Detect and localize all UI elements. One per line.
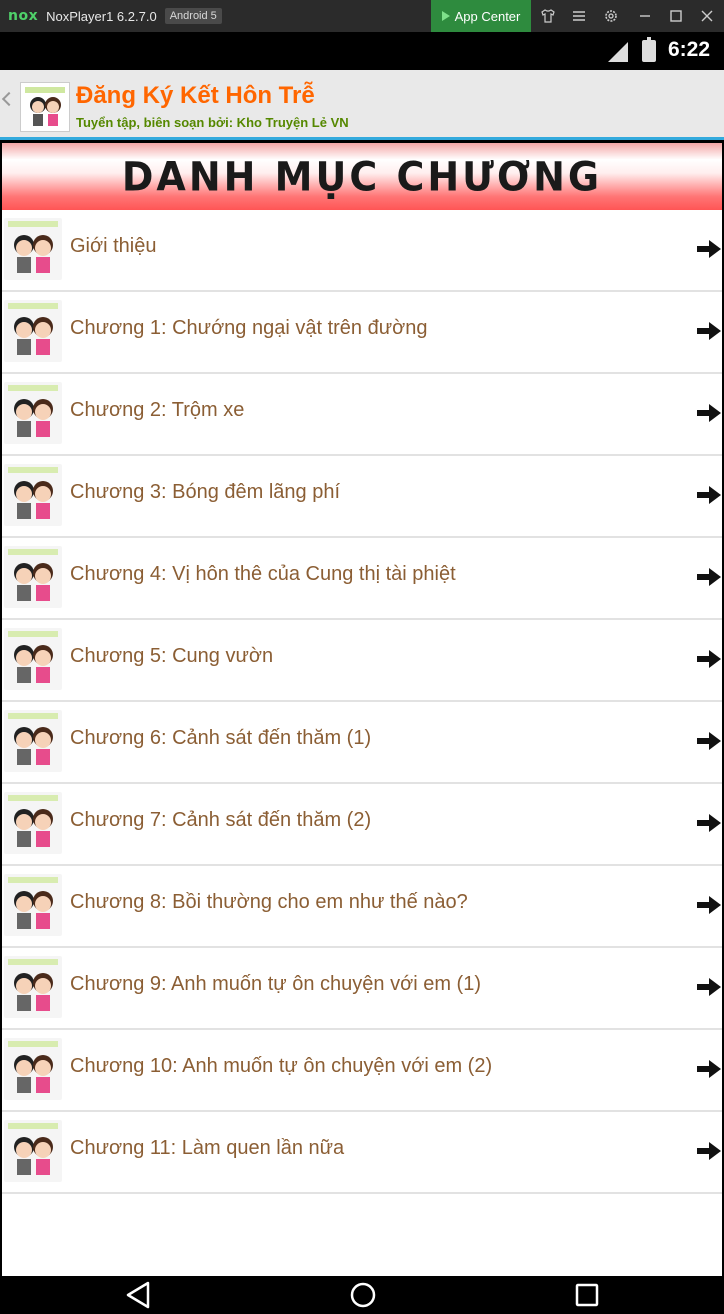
chapter-title: Chương 8: Bồi thường cho em như thế nào? [70, 891, 468, 913]
status-clock: 6:22 [668, 38, 711, 61]
chapter-thumbnail-icon [4, 1038, 62, 1100]
app-subtitle: Tuyển tập, biên soạn bởi: Kho Truyện Lẻ … [76, 115, 349, 130]
chapter-title: Chương 10: Anh muốn tự ôn chuyện với em … [70, 1055, 493, 1077]
menu-icon[interactable] [564, 0, 594, 32]
chapter-thumbnail-icon [4, 628, 62, 690]
close-icon[interactable] [692, 0, 722, 32]
chapter-item[interactable]: Chương 4: Vị hôn thê của Cung thị tài ph… [2, 538, 722, 620]
chapter-item[interactable]: Chương 8: Bồi thường cho em như thế nào? [2, 866, 722, 948]
signal-icon [608, 42, 628, 62]
chapter-list: Giới thiệu Chương 1: Chướng ngại vật trên… [2, 210, 722, 1276]
shirt-icon[interactable] [533, 0, 563, 32]
chapter-item[interactable]: Chương 11: Làm quen lần nữa [2, 1112, 722, 1194]
chapter-title: Chương 3: Bóng đêm lãng phí [70, 481, 341, 503]
play-icon [441, 11, 450, 21]
chapter-title: Chương 11: Làm quen lần nữa [70, 1137, 345, 1159]
chapter-thumbnail-icon [4, 300, 62, 362]
chapter-title: Chương 5: Cung vườn [70, 645, 274, 667]
arrow-right-icon[interactable] [696, 976, 722, 998]
chapter-item[interactable]: Chương 9: Anh muốn tự ôn chuyện với em (… [2, 948, 722, 1030]
home-icon[interactable] [343, 1276, 383, 1314]
app-center-label: App Center [454, 8, 521, 24]
chapter-title: Chương 4: Vị hôn thê của Cung thị tài ph… [70, 563, 456, 585]
chapter-item[interactable]: Chương 7: Cảnh sát đến thăm (2) [2, 784, 722, 866]
android-nav-bar [0, 1276, 724, 1314]
banner-title: DANH MỤC CHƯƠNG [121, 153, 603, 200]
chapter-item[interactable]: Chương 1: Chướng ngại vật trên đường [2, 292, 722, 374]
chapter-title: Chương 9: Anh muốn tự ôn chuyện với em (… [70, 973, 481, 995]
chapter-title: Chương 1: Chướng ngại vật trên đường [70, 317, 428, 339]
chapter-title: Chương 2: Trộm xe [70, 399, 245, 421]
chapter-item[interactable]: Chương 6: Cảnh sát đến thăm (1) [2, 702, 722, 784]
app-logo-icon[interactable] [20, 82, 70, 132]
arrow-right-icon[interactable] [696, 320, 722, 342]
arrow-right-icon[interactable] [696, 894, 722, 916]
nox-logo: nox [8, 8, 39, 24]
chapter-item[interactable]: Chương 5: Cung vườn [2, 620, 722, 702]
arrow-right-icon[interactable] [696, 1058, 722, 1080]
chapter-title: Giới thiệu [70, 235, 157, 257]
android-version-badge: Android 5 [164, 8, 222, 24]
chapter-thumbnail-icon [4, 382, 62, 444]
chapter-title: Chương 7: Cảnh sát đến thăm (2) [70, 809, 372, 831]
nox-emulator-window: nox NoxPlayer1 6.2.7.0 Android 5 App Cen… [0, 0, 724, 1314]
chapter-thumbnail-icon [4, 956, 62, 1018]
maximize-icon[interactable] [661, 0, 691, 32]
chapter-thumbnail-icon [4, 710, 62, 772]
window-title: NoxPlayer1 6.2.7.0 [46, 8, 157, 24]
chapter-item[interactable]: Giới thiệu [2, 210, 722, 292]
recents-icon[interactable] [567, 1276, 607, 1314]
app-title: Đăng Ký Kết Hôn Trễ [76, 82, 315, 109]
arrow-right-icon[interactable] [696, 402, 722, 424]
arrow-right-icon[interactable] [696, 1140, 722, 1162]
chapter-item[interactable]: Chương 2: Trộm xe [2, 374, 722, 456]
arrow-right-icon[interactable] [696, 238, 722, 260]
chapter-thumbnail-icon [4, 874, 62, 936]
app-header: Đăng Ký Kết Hôn Trễ Tuyển tập, biên soạn… [0, 70, 724, 140]
chapter-thumbnail-icon [4, 792, 62, 854]
app-center-button[interactable]: App Center [431, 0, 531, 32]
chapter-thumbnail-icon [4, 1120, 62, 1182]
gear-icon[interactable] [596, 0, 626, 32]
arrow-right-icon[interactable] [696, 730, 722, 752]
chapter-thumbnail-icon [4, 218, 62, 280]
arrow-right-icon[interactable] [696, 812, 722, 834]
chapter-title: Chương 6: Cảnh sát đến thăm (1) [70, 727, 372, 749]
arrow-right-icon[interactable] [696, 484, 722, 506]
minimize-icon[interactable] [630, 0, 660, 32]
arrow-right-icon[interactable] [696, 566, 722, 588]
back-chevron-icon[interactable] [1, 91, 17, 107]
chapter-item[interactable]: Chương 3: Bóng đêm lãng phí [2, 456, 722, 538]
arrow-right-icon[interactable] [696, 648, 722, 670]
chapter-thumbnail-icon [4, 546, 62, 608]
chapter-item[interactable]: Chương 10: Anh muốn tự ôn chuyện với em … [2, 1030, 722, 1112]
battery-icon [642, 37, 656, 62]
back-icon[interactable] [118, 1276, 158, 1314]
chapter-list-banner: DANH MỤC CHƯƠNG [2, 143, 722, 210]
chapter-thumbnail-icon [4, 464, 62, 526]
